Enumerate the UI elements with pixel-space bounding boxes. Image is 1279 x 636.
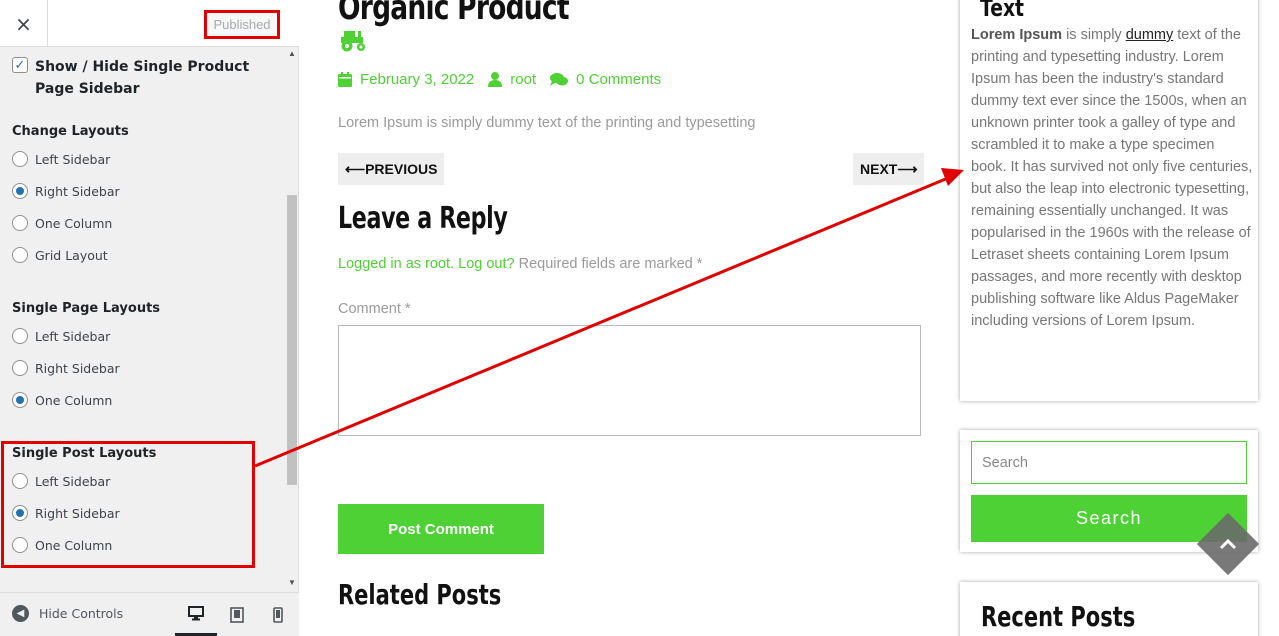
single-page-layouts-option[interactable]: Right Sidebar xyxy=(12,360,120,376)
dummy-link[interactable]: dummy xyxy=(1126,27,1174,43)
text-widget-title: Text xyxy=(980,0,1025,22)
chevron-up-icon[interactable] xyxy=(1216,529,1240,559)
comment-label: Comment * xyxy=(338,301,411,317)
post-author-text: root xyxy=(510,71,537,88)
radio-button[interactable] xyxy=(12,360,28,376)
comment-textarea[interactable] xyxy=(338,325,921,436)
radio-label: Left Sidebar xyxy=(35,328,111,344)
scrollbar-thumb[interactable] xyxy=(287,195,297,485)
logout-link[interactable]: Log out? xyxy=(458,256,514,272)
change-layouts-option[interactable]: Grid Layout xyxy=(12,247,108,263)
post-excerpt: Lorem Ipsum is simply dummy text of the … xyxy=(338,115,756,131)
single-page-layouts-option[interactable]: Left Sidebar xyxy=(12,328,110,344)
logged-in-note: Logged in as root. Log out? Required fie… xyxy=(338,256,702,272)
radio-label: Grid Layout xyxy=(35,247,108,263)
previous-post-button[interactable]: ⟵ PREVIOUS xyxy=(338,153,445,185)
single-page-layouts-title: Single Page Layouts xyxy=(12,301,161,316)
scroll-down-icon[interactable]: ▼ xyxy=(288,578,296,587)
annotation-highlight-box xyxy=(1,441,255,568)
change-layouts-option[interactable]: Right Sidebar xyxy=(12,183,120,199)
post-meta: February 3, 2022 root 0 Comments xyxy=(338,71,675,88)
radio-button-checked[interactable] xyxy=(12,183,28,199)
leave-reply-title: Leave a Reply xyxy=(338,201,508,236)
text-widget: Text Lorem Ipsum is simply dummy text of… xyxy=(960,0,1258,401)
radio-label: Right Sidebar xyxy=(35,360,120,376)
checkbox-label: Show / Hide Single Product Page Sidebar xyxy=(35,59,250,97)
text-before-link: is simply xyxy=(1062,27,1126,43)
radio-button[interactable] xyxy=(12,328,28,344)
tablet-icon[interactable] xyxy=(216,593,258,636)
next-label: NEXT xyxy=(860,161,898,177)
published-button[interactable]: Published xyxy=(204,10,280,39)
post-comments-text: 0 Comments xyxy=(576,71,662,88)
scroll-up-icon[interactable]: ▲ xyxy=(288,49,296,58)
text-bold-lead: Lorem Ipsum xyxy=(971,27,1063,43)
close-customizer-button[interactable]: × xyxy=(0,0,48,47)
single-page-layouts-option[interactable]: One Column xyxy=(12,392,112,408)
radio-button[interactable] xyxy=(12,215,28,231)
right-arrow-icon: ⟶ xyxy=(897,160,918,177)
logged-in-link[interactable]: Logged in as root. xyxy=(338,256,454,272)
radio-button[interactable] xyxy=(12,151,28,167)
radio-label: One Column xyxy=(35,392,113,408)
post-title: Organic Product xyxy=(338,0,570,28)
text-widget-body: Lorem Ipsum is simply dummy text of the … xyxy=(971,24,1253,332)
required-note: Required fields are marked * xyxy=(518,256,703,272)
sidebar-toggle-checkbox[interactable]: ✓ xyxy=(12,57,28,73)
collapse-arrow-icon: ◀ xyxy=(12,605,29,622)
panel-scrollbar[interactable]: ▲ ▼ xyxy=(286,47,299,592)
search-input[interactable]: Search xyxy=(971,441,1247,484)
post-date-text: February 3, 2022 xyxy=(360,71,475,88)
post-date[interactable]: February 3, 2022 xyxy=(338,71,474,88)
site-preview: Organic Product February 3, 2022 root 0 … xyxy=(300,0,1279,636)
radio-label: Left Sidebar xyxy=(35,151,111,167)
customizer-panel: × Published ✓ Show / Hide Single Product… xyxy=(0,0,299,636)
text-rest: text of the printing and typesetting ind… xyxy=(971,27,1253,329)
post-comment-button[interactable]: Post Comment xyxy=(338,504,544,554)
left-arrow-icon: ⟵ xyxy=(345,160,366,177)
radio-label: One Column xyxy=(35,215,113,231)
mobile-icon[interactable] xyxy=(257,593,299,636)
next-post-button[interactable]: NEXT ⟶ xyxy=(853,153,925,185)
related-posts-title: Related Posts xyxy=(338,578,502,611)
hide-controls-label: Hide Controls xyxy=(39,606,124,621)
previous-label: PREVIOUS xyxy=(365,161,438,177)
hide-controls-button[interactable]: ◀ Hide Controls xyxy=(12,605,123,622)
radio-button[interactable] xyxy=(12,247,28,263)
comments-icon xyxy=(550,73,569,86)
post-author[interactable]: root xyxy=(488,71,536,88)
post-comments[interactable]: 0 Comments xyxy=(550,71,661,88)
sidebar-toggle-checkbox-row[interactable]: ✓ Show / Hide Single Product Page Sideba… xyxy=(12,56,272,100)
radio-label: Right Sidebar xyxy=(35,183,120,199)
change-layouts-title: Change Layouts xyxy=(12,124,129,139)
calendar-icon xyxy=(338,72,352,87)
recent-posts-widget: Recent Posts xyxy=(960,582,1258,636)
tractor-icon xyxy=(338,28,368,57)
recent-posts-title: Recent Posts xyxy=(981,600,1136,633)
change-layouts-option[interactable]: One Column xyxy=(12,215,112,231)
user-icon xyxy=(488,72,503,87)
panel-footer: ◀ Hide Controls xyxy=(0,592,299,636)
radio-button-checked[interactable] xyxy=(12,392,28,408)
desktop-icon[interactable] xyxy=(175,593,217,636)
panel-header: × Published xyxy=(0,0,299,47)
change-layouts-option[interactable]: Left Sidebar xyxy=(12,151,110,167)
